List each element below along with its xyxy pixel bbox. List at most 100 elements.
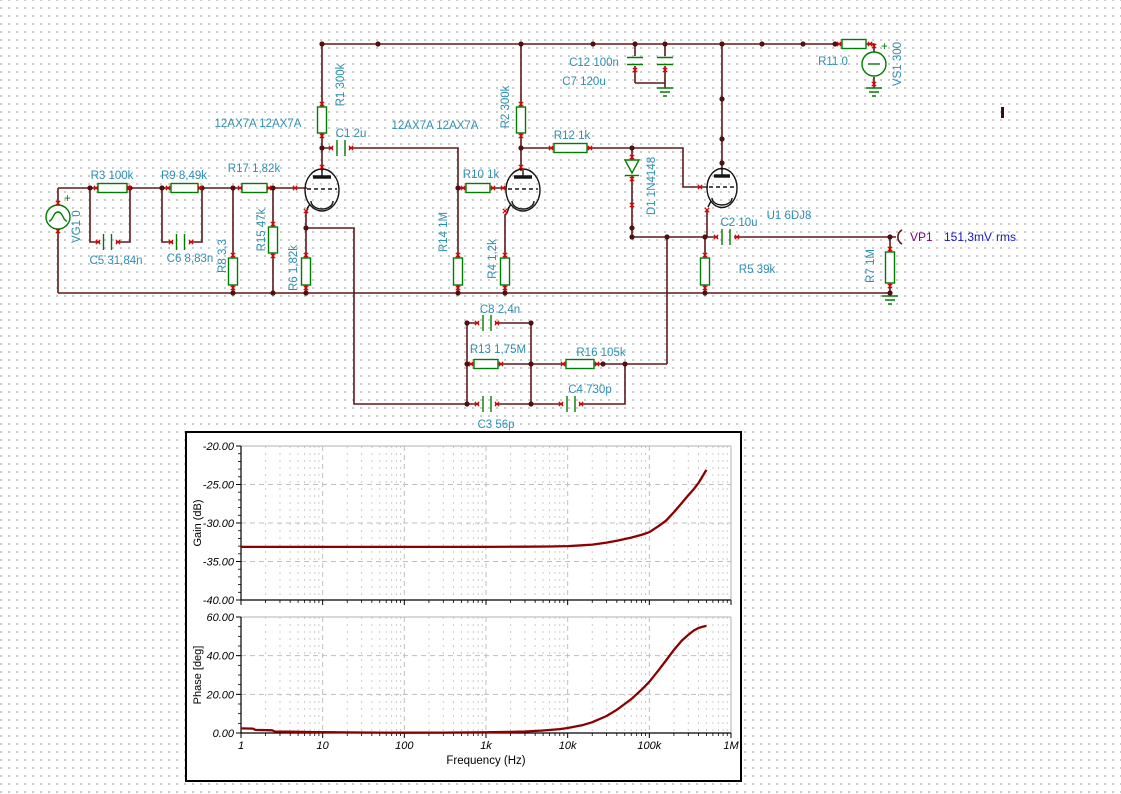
component-labels: VG1 0 + R3 100k R9 8,49k R17 1,82k C5 31… [64, 41, 904, 431]
x-tick-label: 100 [395, 740, 414, 752]
label-r4: R4 1,2k [487, 239, 499, 279]
resistor-r10[interactable] [465, 182, 491, 194]
resistor-r14[interactable] [452, 257, 464, 286]
label-tube-pair-1: 12AX7A 12AX7A [215, 118, 302, 130]
capacitor-c3[interactable] [482, 396, 492, 412]
junction-dot [664, 234, 670, 240]
junction-dot [528, 320, 534, 326]
resistor-r4[interactable] [499, 257, 511, 286]
source-vs1[interactable] [861, 51, 887, 77]
label-r6: R6 1,82k [288, 245, 300, 291]
wire[interactable] [634, 44, 666, 88]
analysis-plot-panel[interactable]: -20.00 -25.00 -30.00 -35.00 -40.00 Gain (dB) 6… [185, 431, 742, 782]
wire[interactable] [57, 187, 890, 294]
capacitor-c12[interactable] [627, 56, 643, 66]
label-c1: C1 2u [336, 128, 367, 140]
junction-dot [629, 145, 635, 151]
junction-dot [455, 290, 461, 296]
junction-dot [622, 361, 628, 367]
probe-name[interactable]: VP1 [910, 230, 933, 244]
probe-terminal[interactable] [897, 229, 903, 245]
label-r3: R3 100k [91, 170, 134, 182]
junction-dot [230, 185, 236, 191]
junction-dot [455, 185, 461, 191]
junction-dot [887, 234, 893, 240]
resistor-r7[interactable] [884, 251, 896, 284]
label-u1: U1 6DJ8 [767, 210, 812, 222]
schematic-editor-canvas[interactable]: VG1 0 + R3 100k R9 8,49k R17 1,82k C5 31… [0, 0, 1121, 794]
tube-v2-12ax7a[interactable] [505, 168, 541, 212]
pin-x-mark [502, 208, 508, 214]
resistor-r2[interactable] [515, 106, 527, 134]
y-tick-label: -40.00 [203, 595, 235, 607]
junction-dot [629, 234, 635, 240]
y-tick-label: 20.00 [205, 689, 234, 701]
probe-value: 151,3mV [944, 230, 992, 244]
resistor-r9[interactable] [170, 182, 199, 194]
junction-dot [719, 136, 725, 142]
junction-dot [590, 41, 596, 47]
resistor-r1[interactable] [316, 106, 328, 134]
label-r14: R14 1M [438, 212, 450, 252]
label-r9: R9 8,49k [161, 170, 207, 182]
capacitor-c2[interactable] [721, 229, 731, 245]
label-r12: R12 1k [554, 130, 591, 142]
x-axis-title: Frequency (Hz) [446, 755, 525, 767]
label-r17: R17 1,82k [228, 163, 281, 175]
probe-unit: rms [996, 230, 1016, 244]
junction-dot [159, 185, 165, 191]
resistor-r11[interactable] [841, 38, 867, 50]
label-vs1: VS1 300 [892, 42, 904, 86]
resistor-r8[interactable] [227, 257, 239, 286]
ground-icon [657, 87, 673, 97]
x-tick-label: 10 [317, 740, 330, 752]
junction-dot [518, 145, 524, 151]
capacitor-c4[interactable] [566, 396, 576, 412]
junction-dot [662, 41, 668, 47]
junction-dot [719, 41, 725, 47]
y-tick-label: -30.00 [203, 518, 235, 530]
label-c4: C4 730p [568, 384, 611, 396]
junction-dot [319, 41, 325, 47]
resistor-r16[interactable] [565, 358, 595, 370]
resistor-r15[interactable] [267, 226, 279, 254]
resistor-r6[interactable] [300, 257, 312, 286]
junction-dot [600, 361, 606, 367]
x-tick-label: 1k [480, 740, 492, 752]
y-axis-title: Gain (dB) [192, 499, 204, 546]
junction-dot [303, 290, 309, 296]
capacitor-c7[interactable] [657, 56, 673, 66]
schematic: VG1 0 + R3 100k R9 8,49k R17 1,82k C5 31… [45, 38, 1016, 431]
ground-icon [866, 87, 882, 97]
junction-dot [719, 96, 725, 102]
y-axis-title: Phase [deg] [192, 646, 204, 705]
junction-dot [464, 320, 470, 326]
wire[interactable] [631, 148, 705, 364]
y-tick-label: 40.00 [206, 651, 234, 663]
label-r7: R7 1M [865, 249, 877, 283]
resistor-r17[interactable] [241, 182, 268, 194]
wire[interactable] [704, 237, 891, 294]
resistor-r12[interactable] [553, 142, 588, 154]
capacitor-c1[interactable] [336, 140, 346, 156]
junction-dot [702, 234, 708, 240]
x-tick-label: 1 [238, 740, 244, 752]
generator-vg1[interactable] [45, 204, 71, 230]
label-r5: R5 39k [739, 264, 776, 276]
label-c2: C2 10u [720, 217, 757, 229]
capacitor-c6[interactable] [175, 234, 186, 250]
y-tick-label: -25.00 [203, 480, 235, 492]
tube-u1-6dj8[interactable] [706, 167, 738, 209]
capacitor-c5[interactable] [102, 234, 113, 250]
label-c5: C5 31,84n [89, 255, 142, 267]
diode-d1[interactable] [623, 159, 641, 177]
junction-dot [887, 290, 893, 296]
resistor-r5[interactable] [699, 257, 711, 286]
junction-dot [759, 41, 765, 47]
resistor-r3[interactable] [97, 182, 128, 194]
components [45, 38, 898, 412]
tube-v1-12ax7a[interactable] [304, 168, 340, 212]
resistor-r13[interactable] [473, 358, 499, 370]
capacitor-c8[interactable] [482, 315, 492, 331]
wire[interactable] [89, 188, 203, 243]
